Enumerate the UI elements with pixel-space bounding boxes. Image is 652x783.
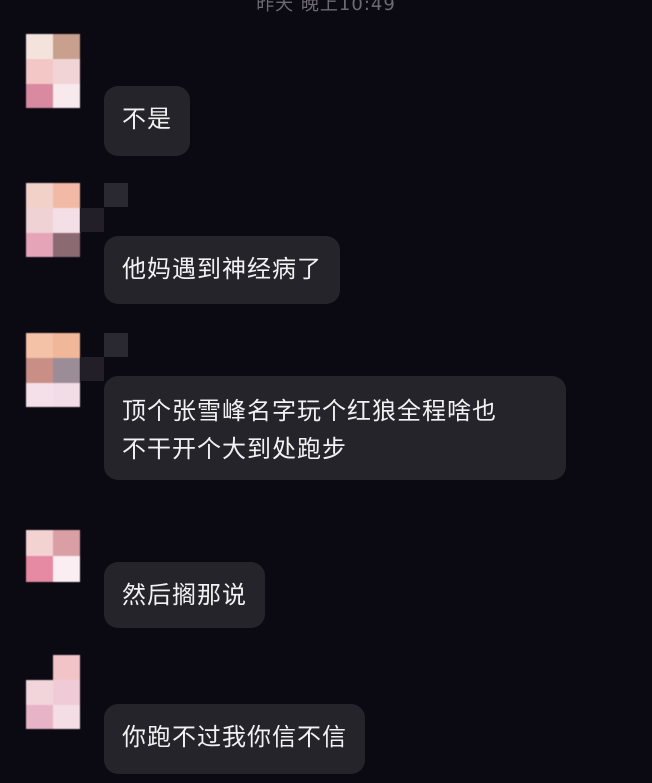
avatar[interactable]: [26, 655, 80, 729]
message-text: 然后搁那说: [122, 581, 247, 609]
message-timestamp: 昨天 晚上10:49: [256, 0, 396, 15]
message-text-line: 顶个张雪峰名字玩个红狼全程啥也: [122, 397, 497, 425]
avatar[interactable]: [26, 333, 80, 407]
message-text: 你跑不过我你信不信: [122, 723, 347, 751]
message-bubble[interactable]: 顶个张雪峰名字玩个红狼全程啥也 不干开个大到处跑步: [104, 376, 566, 480]
message-bubble[interactable]: 他妈遇到神经病了: [104, 236, 340, 304]
mosaic-block: [104, 183, 128, 207]
message-bubble[interactable]: 然后搁那说: [104, 562, 265, 628]
message-bubble[interactable]: 你跑不过我你信不信: [104, 704, 365, 774]
chat-screen: 昨天 晚上10:49 不是 他妈遇到神经病了 顶个张雪峰名字玩个红狼全程啥也 不…: [0, 0, 652, 783]
mosaic-block: [80, 208, 104, 232]
message-text: 他妈遇到神经病了: [122, 255, 322, 283]
avatar[interactable]: [26, 530, 80, 582]
mosaic-block: [104, 333, 128, 357]
avatar[interactable]: [26, 34, 80, 108]
message-text: 不是: [122, 105, 172, 133]
message-text-line: 不干开个大到处跑步: [122, 435, 347, 463]
avatar[interactable]: [26, 183, 80, 257]
message-bubble[interactable]: 不是: [104, 86, 190, 156]
mosaic-block: [80, 357, 104, 381]
